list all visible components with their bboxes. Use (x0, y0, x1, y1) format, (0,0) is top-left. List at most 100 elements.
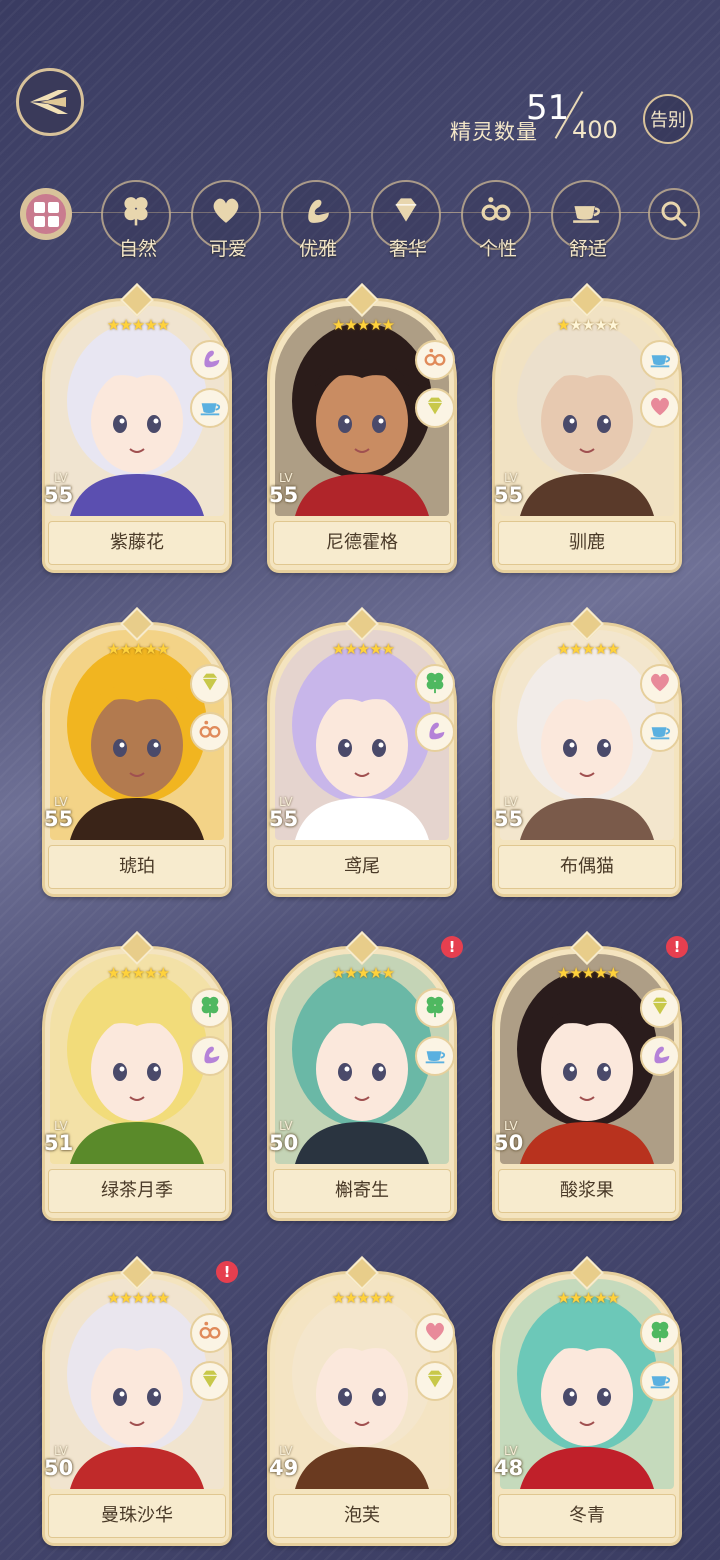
trait-badge (415, 388, 455, 428)
search-button[interactable] (648, 188, 700, 240)
level-indicator: LV 55 (44, 795, 88, 841)
star-rating: ★★★★★ (106, 1289, 170, 1307)
spirit-card[interactable]: ★★★★★ LV 55 鸢尾 (267, 607, 457, 897)
trait-badge (190, 712, 230, 752)
heart-icon (647, 393, 673, 423)
character-name: 琥珀 (48, 845, 226, 889)
character-name: 驯鹿 (498, 521, 676, 565)
filter-diamond[interactable]: 奢华 (371, 180, 441, 260)
glasses-icon (478, 192, 518, 224)
filter-label: 个性 (478, 238, 517, 260)
trait-badge (190, 988, 230, 1028)
character-name: 曼珠沙华 (48, 1494, 226, 1538)
spirit-card[interactable]: ★★★★★ LV 51 绿茶月季 (42, 931, 232, 1221)
character-name: 紫藤花 (48, 521, 226, 565)
filter-label: 奢华 (388, 238, 427, 260)
trait-badge (190, 664, 230, 704)
filter-label: 舒适 (568, 238, 607, 260)
level-value: 50 (494, 1131, 524, 1155)
farewell-button[interactable]: 告别 (643, 94, 693, 144)
clover-icon (118, 192, 158, 226)
filter-label: 优雅 (298, 238, 337, 260)
level-value: 50 (269, 1131, 299, 1155)
diamond-icon (422, 1366, 448, 1396)
spirit-card[interactable]: ★★★★★! LV 50 曼珠沙华 (42, 1256, 238, 1546)
spirit-card[interactable]: ★★★★★ LV 55 布偶猫 (492, 607, 682, 897)
trait-badge (190, 340, 230, 380)
level-value: 55 (44, 483, 74, 507)
teacup-icon (197, 393, 223, 423)
alert-icon: ! (441, 936, 463, 958)
heart-icon (422, 1318, 448, 1348)
level-indicator: LV 50 (269, 1119, 313, 1165)
character-name: 酸浆果 (498, 1169, 676, 1213)
star-rating: ★★★★★ (331, 316, 395, 334)
spirit-card[interactable]: ★★★★★ LV 55 紫藤花 (42, 283, 232, 573)
trait-badge (190, 388, 230, 428)
filter-teacup[interactable]: 舒适 (551, 180, 621, 260)
trait-badge (640, 1313, 680, 1353)
level-value: 55 (44, 807, 74, 831)
level-value: 55 (269, 483, 299, 507)
clover-icon (647, 1318, 673, 1348)
star-rating: ★★★★★ (556, 964, 620, 982)
trait-badge (640, 388, 680, 428)
swan-icon (298, 192, 338, 224)
spirit-card[interactable]: ★★★★★ LV 55 尼德霍格 (267, 283, 457, 573)
spirit-count-max: 400 (572, 116, 618, 144)
level-indicator: LV 55 (269, 471, 313, 517)
level-value: 55 (269, 807, 299, 831)
alert-icon: ! (216, 1261, 238, 1283)
spirit-card[interactable]: ★★★★★ LV 49 泡芙 (267, 1256, 457, 1546)
character-name: 尼德霍格 (273, 521, 451, 565)
filter-all-button[interactable] (20, 188, 72, 240)
star-rating: ★★★★★ (556, 316, 620, 334)
level-indicator: LV 49 (269, 1444, 313, 1490)
spirit-card[interactable]: ★★★★★ LV 55 驯鹿 (492, 283, 682, 573)
character-name: 冬青 (498, 1494, 676, 1538)
back-button[interactable] (16, 68, 84, 136)
trait-badge (190, 1036, 230, 1076)
teacup-icon (647, 345, 673, 375)
clover-icon (422, 669, 448, 699)
heart-icon (647, 669, 673, 699)
swan-icon (197, 345, 223, 375)
star-rating: ★★★★★ (106, 964, 170, 982)
spirit-card[interactable]: ★★★★★! LV 50 槲寄生 (267, 931, 463, 1221)
character-name: 泡芙 (273, 1494, 451, 1538)
glasses-icon (197, 1318, 223, 1348)
filter-clover[interactable]: 自然 (101, 180, 171, 260)
spirit-card[interactable]: ★★★★★ LV 48 冬青 (492, 1256, 682, 1546)
glasses-icon (197, 717, 223, 747)
clover-icon (197, 993, 223, 1023)
trait-badge (640, 1036, 680, 1076)
filter-label: 可爱 (208, 238, 247, 260)
trait-badge (415, 1361, 455, 1401)
spirit-count-label: 精灵数量 (450, 120, 538, 144)
trait-badge (640, 988, 680, 1028)
character-name: 布偶猫 (498, 845, 676, 889)
filter-swan[interactable]: 优雅 (281, 180, 351, 260)
level-value: 55 (494, 807, 524, 831)
grid-icon (26, 194, 66, 234)
level-indicator: LV 55 (494, 471, 538, 517)
trait-badge (640, 1361, 680, 1401)
star-rating: ★★★★★ (331, 640, 395, 658)
swan-icon (422, 717, 448, 747)
filter-glasses[interactable]: 个性 (461, 180, 531, 260)
teacup-icon (568, 192, 608, 224)
spirit-card[interactable]: ★★★★★ LV 55 琥珀 (42, 607, 232, 897)
star-rating: ★★★★★ (556, 1289, 620, 1307)
level-indicator: LV 55 (269, 795, 313, 841)
level-value: 55 (494, 483, 524, 507)
character-name: 槲寄生 (273, 1169, 451, 1213)
trait-badge (415, 664, 455, 704)
level-indicator: LV 55 (44, 471, 88, 517)
heart-icon (208, 192, 248, 224)
level-indicator: LV 51 (44, 1119, 88, 1165)
level-indicator: LV 50 (494, 1119, 538, 1165)
search-icon (661, 201, 687, 227)
spirit-card[interactable]: ★★★★★! LV 50 酸浆果 (492, 931, 688, 1221)
filter-heart[interactable]: 可爱 (191, 180, 261, 260)
star-rating: ★★★★★ (106, 640, 170, 658)
